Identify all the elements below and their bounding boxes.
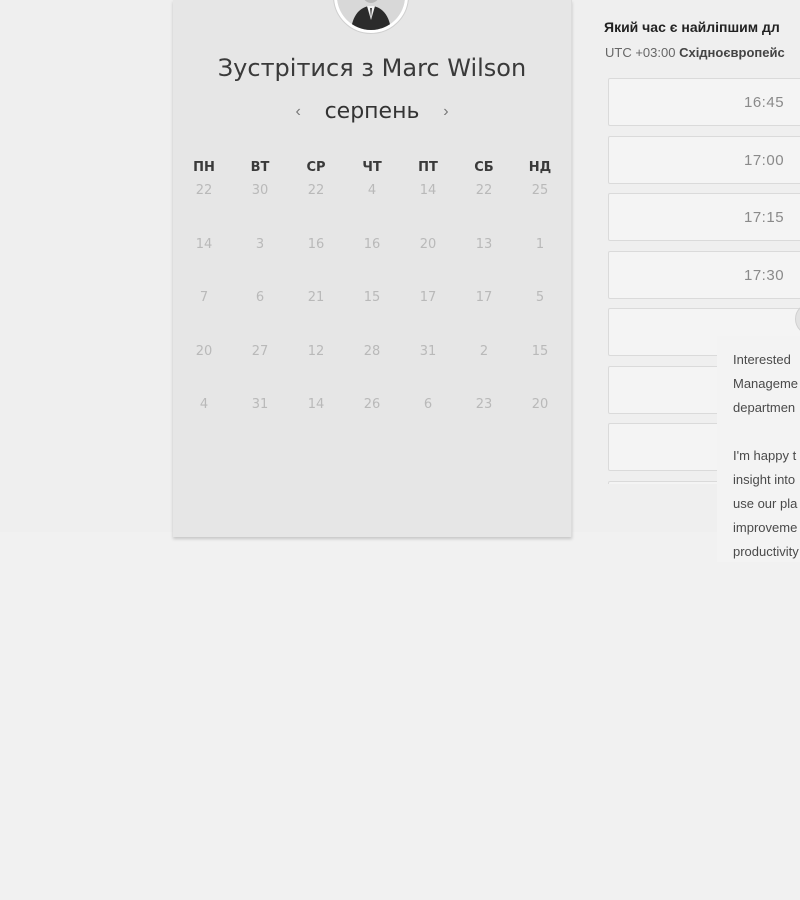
calendar-day: 7 xyxy=(199,290,209,305)
calendar-day: 14 xyxy=(419,183,437,198)
calendar-day: 16 xyxy=(307,236,325,252)
calendar-week-row: 14 3 16 16 20 13 1 xyxy=(176,237,568,291)
chat-message-line xyxy=(733,420,800,444)
calendar-day: 14 xyxy=(195,236,213,252)
calendar-day: 4 xyxy=(199,397,209,412)
calendar-day: 31 xyxy=(251,397,269,412)
calendar-day: 27 xyxy=(251,343,269,359)
weekday-label: ПТ xyxy=(418,160,438,175)
weekday-label: СБ xyxy=(474,160,494,175)
calendar-day: 17 xyxy=(475,290,493,305)
calendar-day: 21 xyxy=(307,290,325,305)
calendar-card: Зустрітися з Marc Wilson ‹ серпень › ПН … xyxy=(173,0,572,537)
chat-message-line: departmen xyxy=(733,400,796,415)
timezone-offset: UTC +03:00 xyxy=(605,45,676,60)
calendar-day: 4 xyxy=(367,183,377,198)
calendar-day: 17 xyxy=(419,290,437,305)
calendar-day: 25 xyxy=(531,183,549,198)
time-slot-label: 17:00 xyxy=(744,151,785,169)
time-slot-button[interactable]: 17:00 xyxy=(608,135,800,184)
calendar-day: 1 xyxy=(535,236,545,252)
timezone-name: Східноєвропейс xyxy=(679,45,785,60)
time-question-heading: Який час є найліпшим дл xyxy=(604,19,780,35)
calendar-day: 23 xyxy=(475,397,493,412)
calendar-week-row: 4 31 14 26 6 23 20 xyxy=(176,397,568,451)
time-slot-label: 17:15 xyxy=(744,209,785,226)
calendar-day: 6 xyxy=(255,290,265,305)
calendar-day: 31 xyxy=(419,343,437,359)
time-slot-button[interactable]: 17:30 xyxy=(608,250,800,299)
calendar-day: 22 xyxy=(195,183,213,198)
calendar-day: 13 xyxy=(475,236,493,252)
booking-page: Зустрітися з Marc Wilson ‹ серпень › ПН … xyxy=(0,0,800,900)
time-slot-button[interactable]: 16:45 xyxy=(608,78,800,126)
calendar-day: 16 xyxy=(363,236,381,252)
calendar-day: 14 xyxy=(307,397,325,412)
weekday-label: СР xyxy=(306,160,326,175)
chat-message-line: improveme xyxy=(733,520,798,535)
chat-message-line: I'm happy t xyxy=(733,448,797,463)
calendar-day: 2 xyxy=(479,343,489,359)
chat-message-line: Manageme xyxy=(733,376,799,391)
time-slot-label: 16:45 xyxy=(744,94,785,111)
host-photo xyxy=(337,0,405,30)
calendar-day: 6 xyxy=(423,397,433,412)
calendar-day: 15 xyxy=(531,343,549,359)
month-navigation: ‹ серпень › xyxy=(173,99,571,124)
calendar-day: 12 xyxy=(307,343,325,359)
calendar-day: 3 xyxy=(255,236,265,252)
chat-message-text: Interested Manageme departmen I'm happy … xyxy=(733,348,800,564)
calendar-week-row: 7 6 21 15 17 17 5 xyxy=(176,290,568,344)
calendar-day: 15 xyxy=(363,290,381,305)
weekday-label: ПН xyxy=(193,160,215,175)
chat-message-line: insight into xyxy=(733,472,796,487)
meeting-title: Зустрітися з Marc Wilson xyxy=(217,54,527,82)
chat-message-line: productivity xyxy=(733,544,799,559)
calendar-day: 20 xyxy=(419,236,437,252)
calendar-day: 30 xyxy=(251,183,269,198)
weekday-label: ЧТ xyxy=(362,160,382,175)
weekday-label: ВТ xyxy=(250,160,270,175)
chevron-right-icon[interactable]: › xyxy=(438,103,454,121)
chat-message-line: Interested xyxy=(733,352,791,367)
calendar-day-grid: 22 30 22 4 14 22 25 14 3 16 16 20 13 1 7… xyxy=(176,183,568,451)
calendar-week-row: 22 30 22 4 14 22 25 xyxy=(176,183,568,237)
time-slot-button[interactable]: 17:15 xyxy=(608,193,800,241)
timezone-selector[interactable]: UTC +03:00 Східноєвропейс xyxy=(605,45,785,60)
time-slot-label: 17:30 xyxy=(744,266,785,284)
chat-message-line: use our pla xyxy=(733,496,798,511)
month-label: серпень xyxy=(324,99,420,124)
calendar-day: 20 xyxy=(195,343,213,359)
host-avatar xyxy=(333,0,409,34)
calendar-day: 20 xyxy=(531,397,549,412)
calendar-day: 26 xyxy=(363,397,381,412)
chevron-left-icon[interactable]: ‹ xyxy=(290,103,306,121)
calendar-week-row: 20 27 12 28 31 2 15 xyxy=(176,344,568,398)
calendar-day: 22 xyxy=(475,183,493,198)
calendar-day: 28 xyxy=(363,343,381,359)
weekday-header: ПН ВТ СР ЧТ ПТ СБ НД xyxy=(176,160,568,175)
weekday-label: НД xyxy=(528,160,552,175)
calendar-day: 5 xyxy=(535,290,545,305)
person-photo-icon xyxy=(337,0,405,30)
calendar-day: 22 xyxy=(307,183,325,198)
